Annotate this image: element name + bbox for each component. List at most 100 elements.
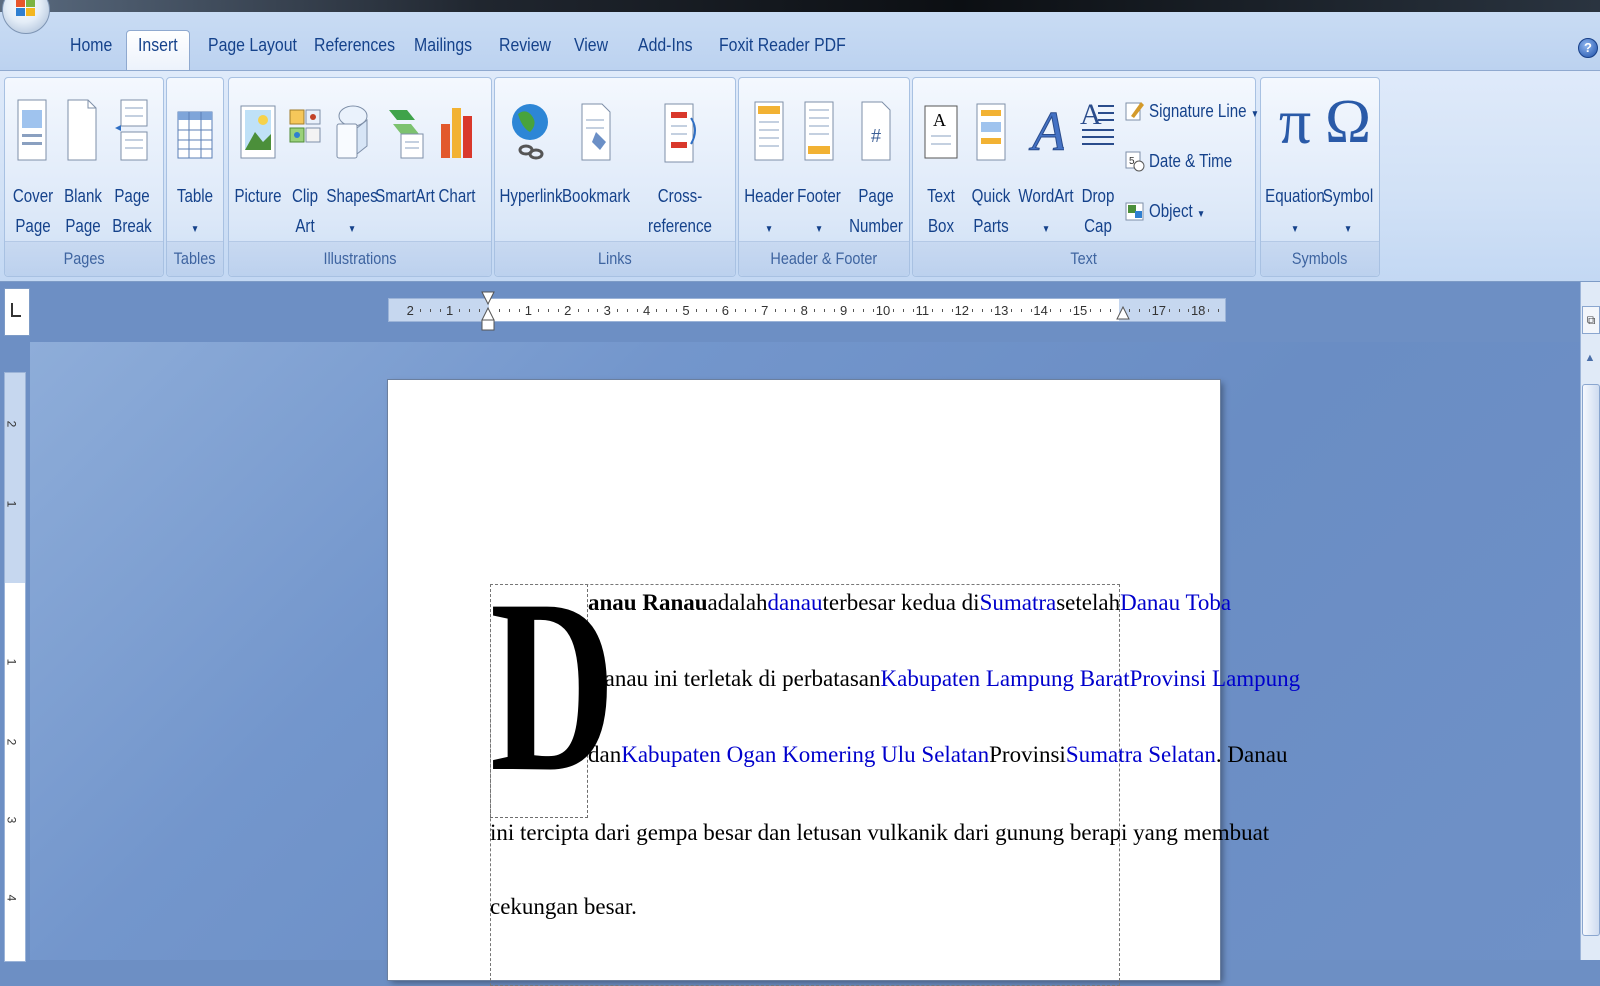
chart-button[interactable]: Chart xyxy=(433,86,481,236)
table-icon xyxy=(177,111,213,159)
tab-home[interactable]: Home xyxy=(70,30,112,64)
ruler-tick-mark xyxy=(833,309,835,312)
link-danau[interactable]: danau xyxy=(768,590,823,616)
horizontal-ruler[interactable]: 2 1 1 2 3 4 5 6 7 8 9 10 11 12 13 14 15 17 18 xyxy=(388,298,1226,322)
group-links: Hyperlink Bookmark Cross-reference Links xyxy=(494,77,736,277)
picture-button[interactable]: Picture xyxy=(233,86,283,236)
ruler-tick-label: 12 xyxy=(954,303,970,318)
date-time-button[interactable]: 5 Date & Time xyxy=(1125,146,1251,176)
link-sumatra-selatan[interactable]: Sumatra Selatan xyxy=(1066,742,1216,767)
text-run: . Danau xyxy=(1215,742,1288,767)
clip-art-button[interactable]: Clip Art xyxy=(285,86,325,236)
bookmark-button[interactable]: Bookmark xyxy=(562,86,630,236)
page-break-button[interactable]: Page Break xyxy=(109,86,155,236)
tab-add-ins[interactable]: Add-Ins xyxy=(638,30,693,64)
wordart-button[interactable]: A WordArt ▼ xyxy=(1018,86,1073,236)
ruler-tick-mark xyxy=(981,309,983,312)
ruler-tick-mark xyxy=(735,309,737,312)
link-provinsi-lampung[interactable]: Provinsi Lampung xyxy=(1130,666,1301,692)
ruler-tick-mark xyxy=(715,309,717,312)
link-danau-toba[interactable]: Danau Toba xyxy=(1120,590,1231,616)
scrollbar-thumb[interactable] xyxy=(1582,384,1600,936)
page-number-button[interactable]: # Page Number xyxy=(847,86,905,236)
ruler-tick-mark xyxy=(1188,309,1190,312)
tab-view[interactable]: View xyxy=(574,30,608,64)
ruler-tick-mark xyxy=(1208,309,1210,312)
hyperlink-button[interactable]: Hyperlink xyxy=(499,86,563,236)
drop-cap-button[interactable]: A Drop Cap xyxy=(1073,86,1123,236)
ruler-tick-mark xyxy=(814,309,816,312)
paragraph-line-3[interactable]: dan Kabupaten Ogan Komering Ulu Selatan … xyxy=(588,742,1287,768)
scroll-up-arrow-icon[interactable]: ▲ xyxy=(1583,352,1597,370)
ruler-tick-mark xyxy=(784,309,786,312)
ruler-tick-label: 4 xyxy=(642,303,651,318)
tab-insert[interactable]: Insert xyxy=(138,30,178,64)
tab-mailings[interactable]: Mailings xyxy=(414,30,472,64)
ribbon-tab-row: Home Insert Page Layout References Maili… xyxy=(0,12,1600,83)
ruler-tick-mark xyxy=(508,309,510,312)
ruler-tick-label: 2 xyxy=(564,303,572,318)
ruler-tick-mark xyxy=(1168,309,1170,312)
paragraph-line-2[interactable]: Danau ini terletak di perbatasan Kabupat… xyxy=(588,666,1300,692)
header-button[interactable]: Header ▼ xyxy=(743,86,795,236)
omega-icon: Ω xyxy=(1324,88,1372,156)
cover-page-button[interactable]: Cover Page xyxy=(11,86,55,236)
ruler-tick-mark xyxy=(971,309,973,312)
ruler-tick-mark xyxy=(439,309,441,312)
ruler-tick-mark xyxy=(951,309,953,312)
ruler-tick-mark xyxy=(597,309,599,312)
text-box-button[interactable]: A Text Box xyxy=(917,86,965,236)
paragraph-line-1[interactable]: anau Ranau adalah danau terbesar kedua d… xyxy=(588,590,1231,616)
ruler-tick-mark xyxy=(656,309,658,312)
page-break-label: Page Break xyxy=(112,186,152,236)
paragraph-line-5[interactable]: cekungan besar. xyxy=(490,894,637,920)
blank-page-icon xyxy=(67,99,97,161)
indent-marker-icon[interactable] xyxy=(480,290,496,340)
right-indent-marker-icon[interactable] xyxy=(1116,306,1130,322)
paragraph-line-4[interactable]: ini tercipta dari gempa besar dan letusa… xyxy=(490,820,1269,846)
ruler-tick-mark xyxy=(1060,309,1062,312)
vertical-ruler[interactable]: 2 1 1 2 3 4 xyxy=(4,372,26,962)
shapes-button[interactable]: Shapes ▼ xyxy=(326,86,378,236)
svg-text:#: # xyxy=(871,126,881,146)
ruler-tick-mark xyxy=(636,309,638,312)
ruler-tick-mark xyxy=(1217,309,1219,312)
ruler-tick-label: 6 xyxy=(721,303,730,318)
group-label-header-footer: Header & Footer xyxy=(739,241,909,276)
tab-page-layout[interactable]: Page Layout xyxy=(208,30,297,64)
help-icon[interactable]: ? xyxy=(1578,38,1598,58)
hyperlink-icon xyxy=(512,104,548,160)
text-run: Danau ini terletak di perbatasan xyxy=(588,666,881,691)
symbol-button[interactable]: Ω Symbol ▼ xyxy=(1321,86,1375,236)
ruler-tick-label: 11 xyxy=(915,303,930,318)
tab-references[interactable]: References xyxy=(314,30,395,64)
ruler-tick-mark xyxy=(1148,309,1150,312)
tab-review[interactable]: Review xyxy=(499,30,551,64)
object-button[interactable]: Object ▼ xyxy=(1125,196,1251,226)
ruler-tick-mark xyxy=(429,309,431,312)
header-icon xyxy=(754,101,784,161)
quick-parts-button[interactable]: Quick Parts xyxy=(967,86,1015,236)
view-ruler-icon[interactable]: ⧉ xyxy=(1582,306,1600,334)
text-run: adalah xyxy=(707,590,768,615)
ruler-tick-mark xyxy=(420,309,422,312)
cross-reference-button[interactable]: Cross-reference xyxy=(633,86,727,236)
chart-label: Chart xyxy=(438,186,476,206)
smartart-button[interactable]: SmartArt xyxy=(375,86,435,236)
signature-line-button[interactable]: Signature Line ▼ xyxy=(1125,96,1259,126)
ruler-tick-mark xyxy=(1178,309,1180,312)
blank-page-button[interactable]: Blank Page xyxy=(61,86,105,236)
ruler-tick-mark xyxy=(932,309,934,312)
tab-foxit-reader-pdf[interactable]: Foxit Reader PDF xyxy=(719,30,846,64)
pi-icon: π xyxy=(1278,86,1312,157)
ruler-tick-label: 3 xyxy=(603,303,611,318)
document-page[interactable]: D anau Ranau adalah danau terbesar kedua… xyxy=(388,380,1300,986)
link-sumatra[interactable]: Sumatra xyxy=(980,590,1057,616)
ribbon: Cover Page Blank Page Page Break Pages T… xyxy=(0,70,1600,282)
table-button[interactable]: Table ▼ xyxy=(171,86,219,236)
link-kabupaten-lampung-barat[interactable]: Kabupaten Lampung Barat xyxy=(881,666,1130,692)
link-kabupaten-oku-selatan[interactable]: Kabupaten Ogan Komering Ulu Selatan xyxy=(621,742,989,768)
ruler-tick-label: 14 xyxy=(1033,303,1048,318)
footer-button[interactable]: Footer ▼ xyxy=(795,86,843,236)
group-pages: Cover Page Blank Page Page Break Pages xyxy=(4,77,164,277)
